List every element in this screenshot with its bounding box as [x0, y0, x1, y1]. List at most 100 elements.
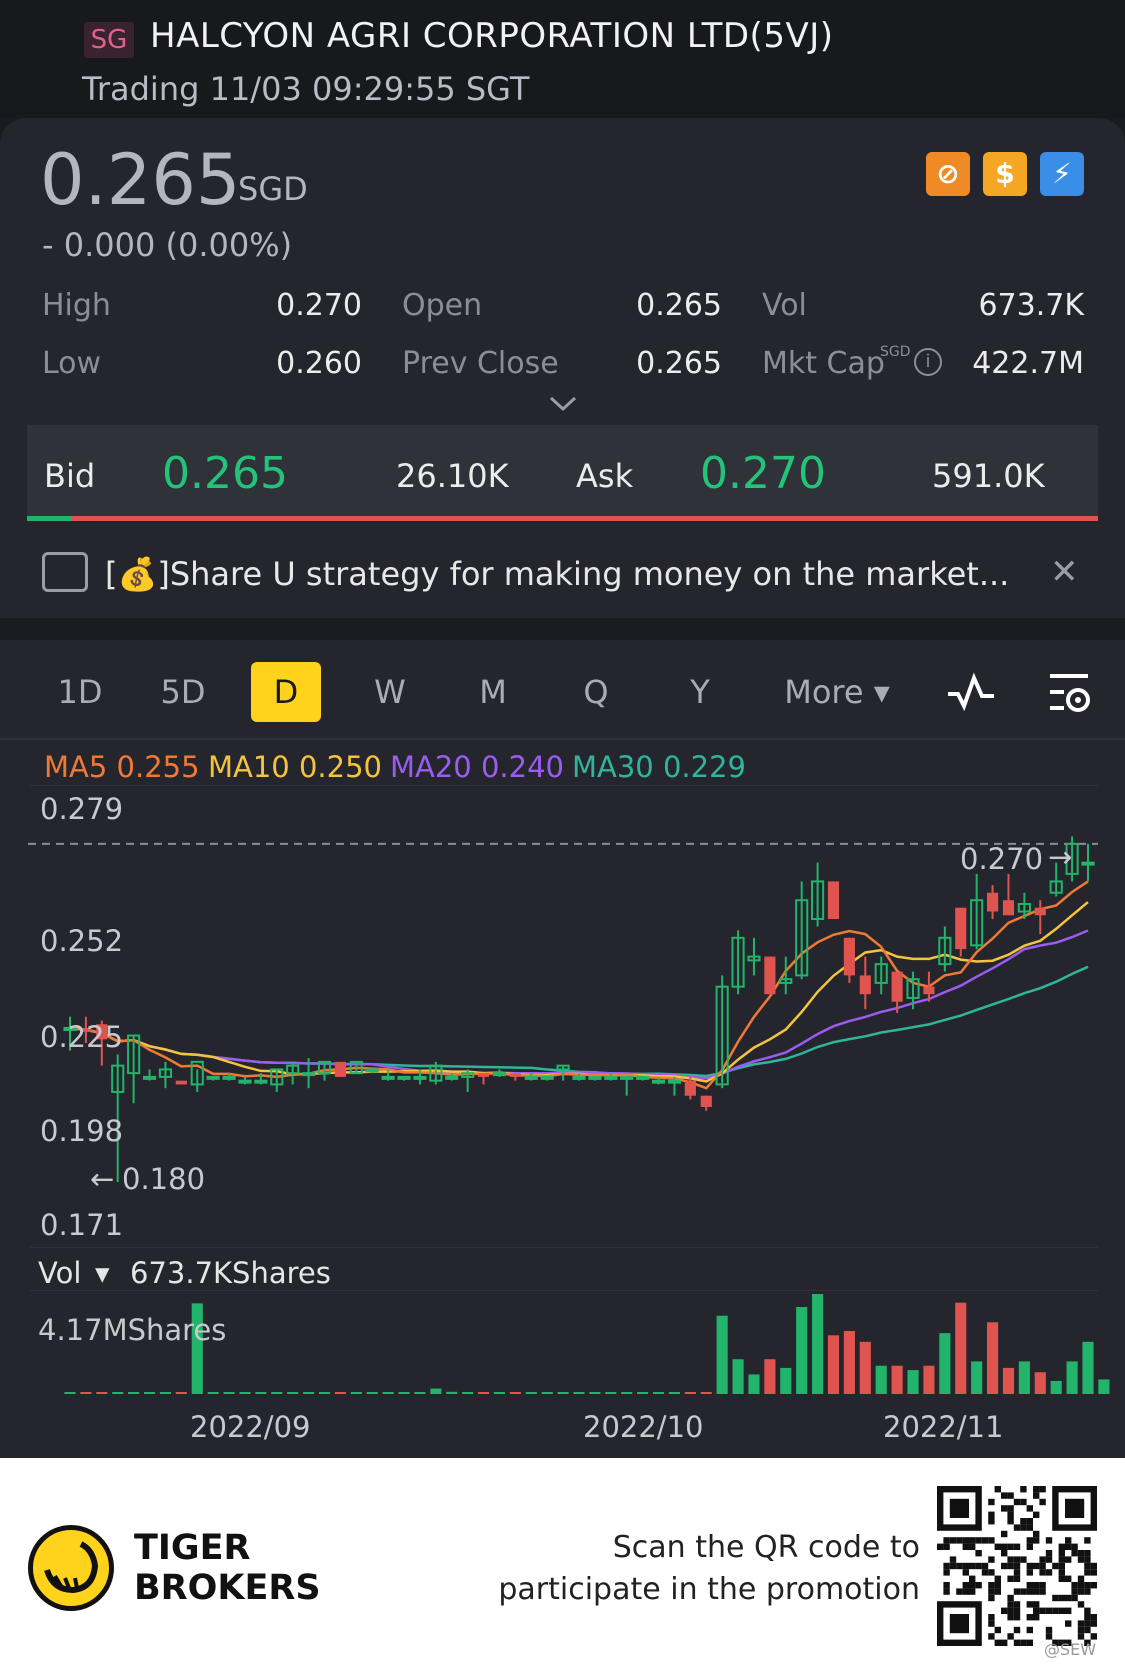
open-label: Open	[402, 288, 483, 323]
candle-body	[445, 1075, 459, 1080]
price-tick-4: 0.198	[40, 1114, 124, 1148]
volume-bar	[843, 1330, 855, 1394]
date-tick-1: 2022/09	[190, 1410, 311, 1444]
volume-bar	[955, 1302, 967, 1394]
volume-bar	[875, 1365, 887, 1394]
volume-bar	[175, 1392, 187, 1394]
tab-y[interactable]: Y	[670, 662, 730, 722]
candle-body	[986, 892, 999, 912]
qr-code	[937, 1486, 1097, 1646]
watermark: @SEW	[1044, 1640, 1097, 1659]
volume-bar	[732, 1359, 744, 1394]
volume-bar	[923, 1365, 935, 1394]
tab-5d[interactable]: 5D	[152, 662, 214, 722]
volume-bar	[493, 1392, 506, 1394]
bid-size: 26.10K	[396, 457, 509, 495]
ask-size: 591.0K	[932, 457, 1045, 495]
volume-bar	[605, 1392, 617, 1394]
price-tick-3: 0.225	[40, 1020, 124, 1054]
caret-down-icon[interactable]: ▾	[95, 1256, 110, 1290]
candle-body	[684, 1080, 696, 1096]
tab-m[interactable]: M	[463, 662, 523, 722]
ma5-label: MA5 0.255	[44, 750, 200, 784]
volume-bar	[239, 1392, 251, 1394]
last-price: 0.265	[40, 139, 241, 221]
volume-bar	[112, 1392, 124, 1394]
candle-body	[588, 1075, 602, 1080]
info-icon[interactable]: i	[914, 348, 942, 376]
no-margin-icon[interactable]: ⊘	[926, 152, 970, 196]
candle-body	[891, 971, 903, 1002]
volume-bar	[1034, 1372, 1046, 1394]
prev-close-label: Prev Close	[402, 346, 559, 381]
volume-bar	[350, 1392, 362, 1394]
indicator-icon[interactable]	[946, 672, 998, 712]
candle-body	[254, 1079, 268, 1084]
volume-bar	[652, 1392, 665, 1394]
candle-body	[1034, 907, 1046, 916]
vol-divider-top	[30, 1247, 1098, 1248]
volume-bar	[318, 1392, 331, 1394]
date-tick-3: 2022/11	[883, 1410, 1004, 1444]
tab-more[interactable]: More ▾	[772, 662, 902, 722]
candle-body	[365, 1068, 379, 1073]
volume-bar	[812, 1294, 824, 1394]
volume-bar	[541, 1392, 553, 1394]
volume-bar	[986, 1322, 999, 1394]
date-tick-2: 2022/10	[583, 1410, 704, 1444]
promo-banner[interactable]: [💰]Share U strategy for making money on …	[105, 555, 1009, 593]
ask-price: 0.270	[700, 448, 826, 499]
vol-current: 673.7KShares	[130, 1256, 331, 1290]
candle-body	[700, 1095, 712, 1107]
candle-body	[477, 1073, 490, 1077]
high-marker-label: 0.270	[960, 842, 1044, 876]
volume-bar	[334, 1392, 346, 1394]
candle-body	[667, 1079, 682, 1084]
volume-bar	[796, 1307, 808, 1394]
scan-text-1: Scan the QR code to	[612, 1530, 920, 1565]
candle-body	[764, 956, 776, 995]
tab-1d[interactable]: 1D	[50, 662, 110, 722]
close-icon[interactable]: ✕	[1050, 552, 1079, 592]
volume-bar	[1018, 1361, 1030, 1394]
high-value: 0.270	[276, 288, 362, 323]
news-icon	[42, 552, 88, 592]
candle-body	[381, 1075, 395, 1080]
ma10-label: MA10 0.250	[208, 750, 382, 784]
candle-body	[540, 1075, 554, 1080]
candle-body	[620, 1075, 634, 1080]
volume-bar	[159, 1392, 172, 1394]
tab-d[interactable]: D	[251, 662, 321, 722]
candle-body	[524, 1075, 538, 1080]
chevron-down-icon[interactable]	[546, 392, 580, 416]
promo-prefix: [	[105, 555, 118, 593]
volume-bar	[446, 1391, 458, 1394]
candle-body	[1081, 861, 1095, 866]
candle-body	[302, 1072, 316, 1077]
volume-bar	[939, 1333, 951, 1394]
candle-body	[175, 1080, 187, 1085]
ask-ratio-bar	[72, 516, 1098, 521]
volume-bar	[621, 1392, 633, 1394]
candle-body	[334, 1061, 346, 1077]
volume-bar	[1050, 1380, 1062, 1394]
money-bag-icon: 💰	[117, 555, 158, 593]
tab-w[interactable]: W	[360, 662, 420, 722]
bid-price: 0.265	[162, 448, 288, 499]
volume-bar	[589, 1392, 601, 1394]
bid-ratio-bar	[27, 516, 72, 521]
tab-q[interactable]: Q	[566, 662, 626, 722]
candle-body	[397, 1075, 411, 1080]
dollar-icon[interactable]: $	[983, 152, 1027, 196]
volume-bar	[700, 1392, 712, 1394]
volume-bar	[971, 1361, 983, 1394]
volume-bar	[143, 1392, 156, 1394]
currency-label: SGD	[238, 170, 308, 208]
chart-settings-icon[interactable]	[1046, 670, 1094, 714]
lightning-icon[interactable]: ⚡	[1040, 152, 1084, 196]
volume-bar	[716, 1315, 728, 1394]
volume-bar	[668, 1392, 681, 1394]
volume-bar	[207, 1392, 219, 1394]
volume-bar	[748, 1374, 760, 1394]
price-tick-5: 0.171	[40, 1208, 124, 1242]
